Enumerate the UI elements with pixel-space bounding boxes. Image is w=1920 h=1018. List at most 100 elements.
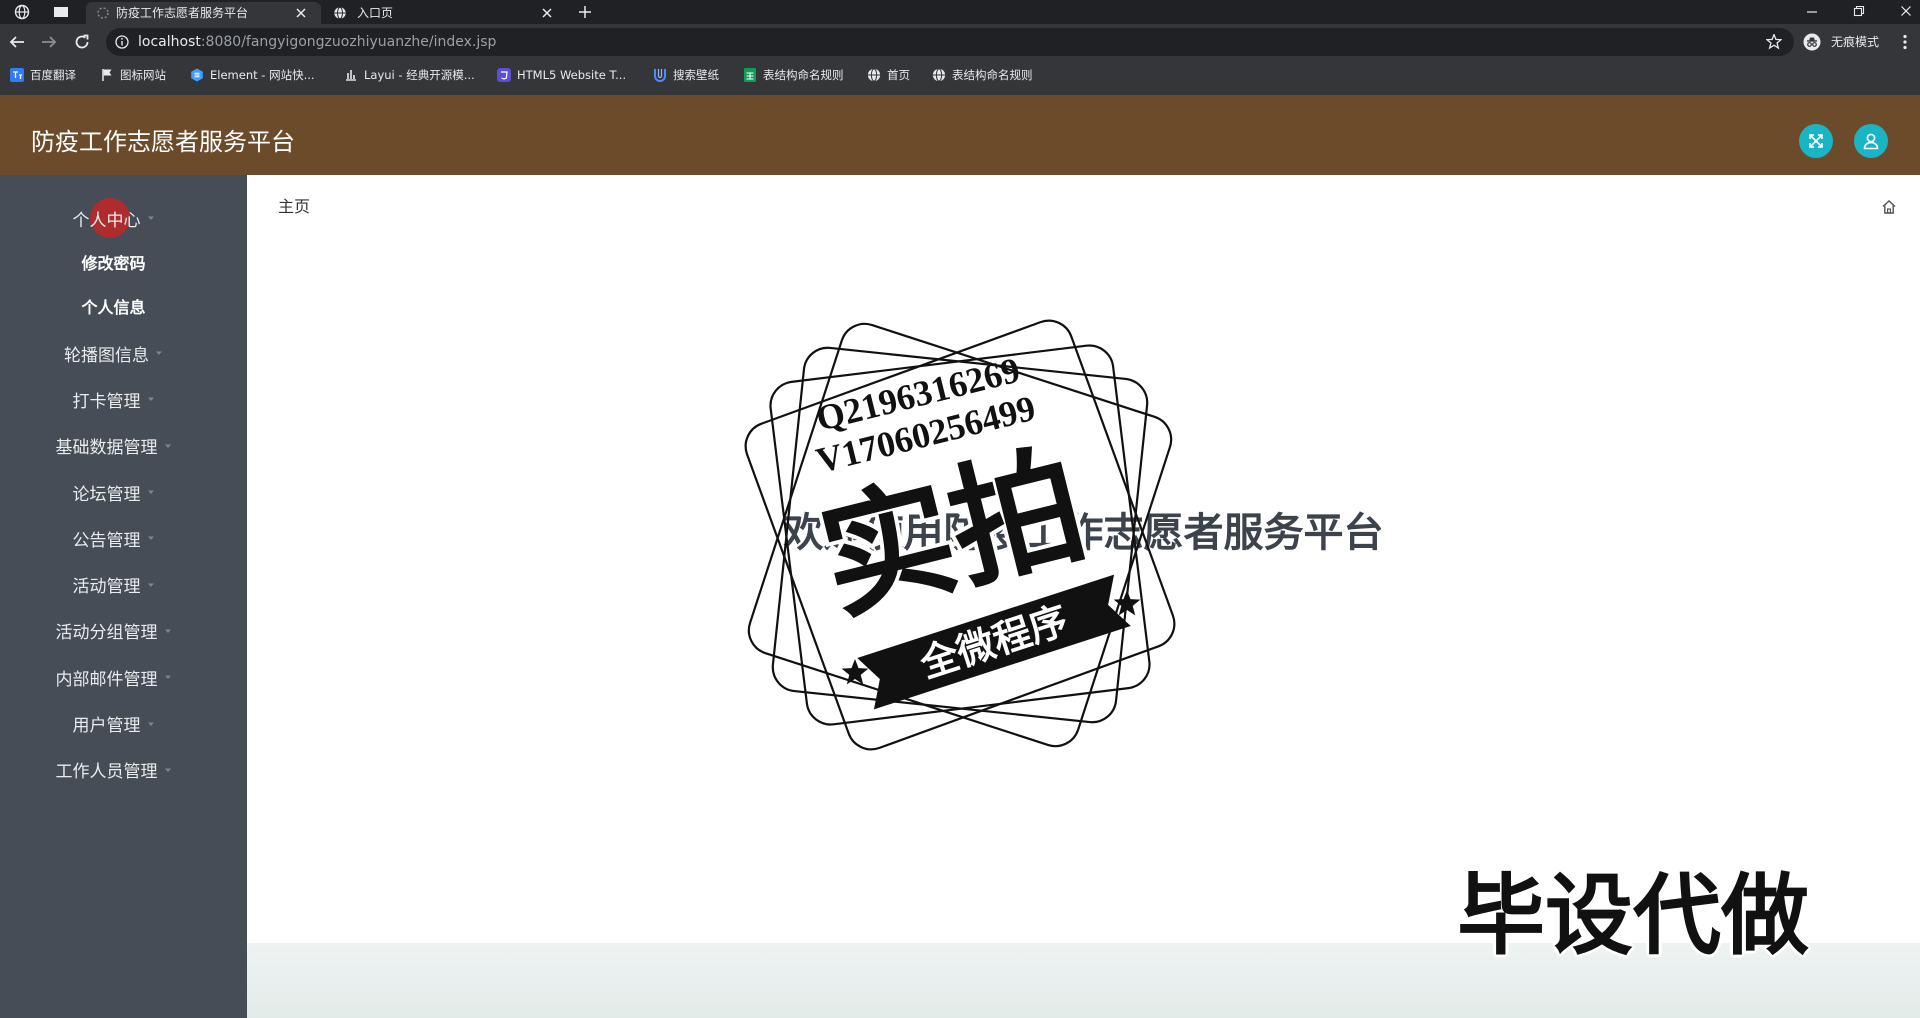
- chevron-down-icon: [164, 444, 171, 448]
- address-field[interactable]: localhost:8080/fangyigongzuozhiyuanzhe/i…: [106, 28, 1794, 56]
- sidebar-item-label: 公告管理: [72, 530, 141, 551]
- element-icon: [191, 68, 203, 82]
- html5-icon: [497, 68, 511, 82]
- url-text: localhost:8080/fangyigongzuozhiyuanzhe/i…: [138, 33, 496, 51]
- sidebar-item-label: 用户管理: [72, 716, 141, 737]
- sheet-icon: [744, 68, 756, 82]
- sidebar-item-label: 打卡管理: [72, 391, 141, 412]
- close-icon[interactable]: [541, 7, 553, 19]
- breadcrumb[interactable]: 主页: [278, 197, 310, 217]
- globe-icon[interactable]: [14, 4, 30, 20]
- info-icon[interactable]: [115, 35, 129, 49]
- tab-entry[interactable]: 入口页: [321, 2, 563, 24]
- sidebar-item-forum[interactable]: 论坛管理: [0, 469, 247, 515]
- incognito-label[interactable]: 无痕模式: [1831, 35, 1879, 49]
- sidebar-item-personal-center[interactable]: 个人中心: [0, 196, 247, 240]
- star-icon[interactable]: [1766, 34, 1782, 50]
- chevron-down-icon: [164, 675, 171, 680]
- chevron-down-icon: [147, 536, 154, 541]
- sidebar-item-label: 个人中心: [72, 210, 141, 231]
- sidebar-item-label: 论坛管理: [72, 484, 141, 505]
- wallpaper-icon: [654, 69, 666, 82]
- bookmark-item[interactable]: Layui - 经典开源模...: [344, 66, 475, 84]
- sidebar-item-activity[interactable]: 活动管理: [0, 561, 247, 607]
- sidebar-subitem-label: 修改密码: [81, 254, 146, 273]
- tab-title: 入口页: [357, 6, 394, 20]
- chevron-down-icon: [156, 351, 162, 356]
- window-close-icon[interactable]: [1900, 5, 1912, 17]
- sidebar-item-label: 内部邮件管理: [55, 669, 158, 690]
- reload-icon[interactable]: [73, 33, 91, 51]
- fullscreen-button[interactable]: [1799, 124, 1833, 158]
- flag-icon: [102, 69, 112, 81]
- sidebar-subitem-label: 个人信息: [81, 298, 146, 317]
- menu-dots-icon[interactable]: [1902, 34, 1908, 50]
- layui-icon: [346, 70, 356, 81]
- chevron-down-icon: [147, 722, 154, 726]
- bookmark-label: Layui - 经典开源模...: [364, 68, 475, 82]
- incognito-icon[interactable]: [1803, 33, 1821, 51]
- sidebar-item-staff[interactable]: 工作人员管理: [0, 747, 247, 793]
- tab-active[interactable]: 防疫工作志愿者服务平台: [86, 2, 321, 24]
- bookmark-item[interactable]: 搜索壁纸: [653, 66, 719, 84]
- bookmark-label: 图标网站: [120, 68, 166, 82]
- app-title: 防疫工作志愿者服务平台: [31, 128, 295, 156]
- globe-icon: [867, 68, 881, 82]
- bookmark-label: HTML5 Website T...: [517, 68, 627, 82]
- close-icon[interactable]: [295, 7, 307, 19]
- url-path: :8080/fangyigongzuozhiyuanzhe/index.jsp: [200, 34, 497, 50]
- restore-icon[interactable]: [1853, 5, 1865, 17]
- bookmark-item[interactable]: 首页: [867, 66, 910, 84]
- sidebar-item-activity-group[interactable]: 活动分组管理: [0, 608, 247, 654]
- sidebar-item-label: 工作人员管理: [55, 762, 158, 783]
- sidebar-item-internal-mail[interactable]: 内部邮件管理: [0, 654, 247, 700]
- minimize-icon[interactable]: [1806, 6, 1818, 18]
- bookmark-label: Element - 网站快...: [210, 68, 315, 82]
- forward-arrow-icon[interactable]: [40, 33, 58, 51]
- bookmark-item[interactable]: 百度翻译: [10, 66, 76, 84]
- bookmark-item[interactable]: 表结构命名规则: [932, 66, 1033, 84]
- browser-address-row: localhost:8080/fangyigongzuozhiyuanzhe/i…: [0, 24, 1920, 60]
- globe-icon: [333, 6, 347, 20]
- chevron-down-icon: [147, 490, 154, 495]
- bookmark-item[interactable]: HTML5 Website T...: [497, 66, 626, 84]
- sidebar-main-items: 轮播图信息 打卡管理 基础数据管理 论坛管理 公告管理 活动管理 活动分组管理 …: [0, 330, 247, 793]
- bookmark-label: 搜索壁纸: [673, 68, 719, 82]
- translate-icon: [10, 68, 24, 82]
- tab-title: 防疫工作志愿者服务平台: [116, 6, 249, 20]
- window-icon[interactable]: [53, 6, 69, 18]
- sidebar-item-checkin[interactable]: 打卡管理: [0, 376, 247, 422]
- bookmark-item[interactable]: 图标网站: [100, 66, 166, 84]
- home-icon[interactable]: [1881, 199, 1897, 215]
- sidebar-item-notice[interactable]: 公告管理: [0, 515, 247, 561]
- bookmark-item[interactable]: 表结构命名规则: [743, 66, 844, 84]
- sidebar-item-basic-data[interactable]: 基础数据管理: [0, 423, 247, 469]
- sidebar: 个人中心 修改密码 个人信息 轮播图信息 打卡管理 基础数据管理 论坛管理 公告…: [0, 175, 247, 1018]
- app-header: 防疫工作志愿者服务平台: [0, 95, 1920, 175]
- new-tab-plus-icon[interactable]: [578, 5, 592, 19]
- sidebar-menu: 个人中心 修改密码 个人信息 轮播图信息 打卡管理 基础数据管理 论坛管理 公告…: [0, 175, 247, 793]
- sidebar-item-users[interactable]: 用户管理: [0, 700, 247, 746]
- chevron-down-icon: [164, 768, 171, 772]
- fullscreen-icon: [1809, 134, 1823, 148]
- chevron-down-icon: [147, 216, 154, 220]
- back-arrow-icon[interactable]: [8, 33, 26, 51]
- chevron-down-icon: [164, 629, 171, 633]
- bookmark-label: 表结构命名规则: [952, 68, 1033, 82]
- sidebar-subitem-profile[interactable]: 个人信息: [0, 284, 247, 328]
- sidebar-item-label: 活动管理: [72, 577, 141, 598]
- welcome-text: 欢迎使用防疫工作志愿者服务平台: [783, 510, 1384, 556]
- watermark-corner-text: 毕设代做: [1457, 864, 1810, 967]
- bookmarks-bar: 百度翻译 图标网站 Element - 网站快... Layui - 经典开源模…: [0, 60, 1920, 95]
- user-button[interactable]: [1854, 124, 1888, 158]
- sidebar-item-carousel[interactable]: 轮播图信息: [0, 330, 247, 376]
- url-host: localhost: [138, 34, 201, 50]
- bookmark-label: 表结构命名规则: [763, 68, 844, 82]
- browser-tab-bar: 防疫工作志愿者服务平台 入口页: [0, 0, 1920, 24]
- bookmark-label: 百度翻译: [30, 68, 76, 82]
- menu-group-personal-center: 个人中心 修改密码 个人信息: [0, 196, 247, 328]
- globe-icon: [932, 68, 946, 82]
- sidebar-subitem-change-password[interactable]: 修改密码: [0, 240, 247, 284]
- bookmark-label: 首页: [887, 68, 910, 82]
- bookmark-item[interactable]: Element - 网站快...: [190, 66, 315, 84]
